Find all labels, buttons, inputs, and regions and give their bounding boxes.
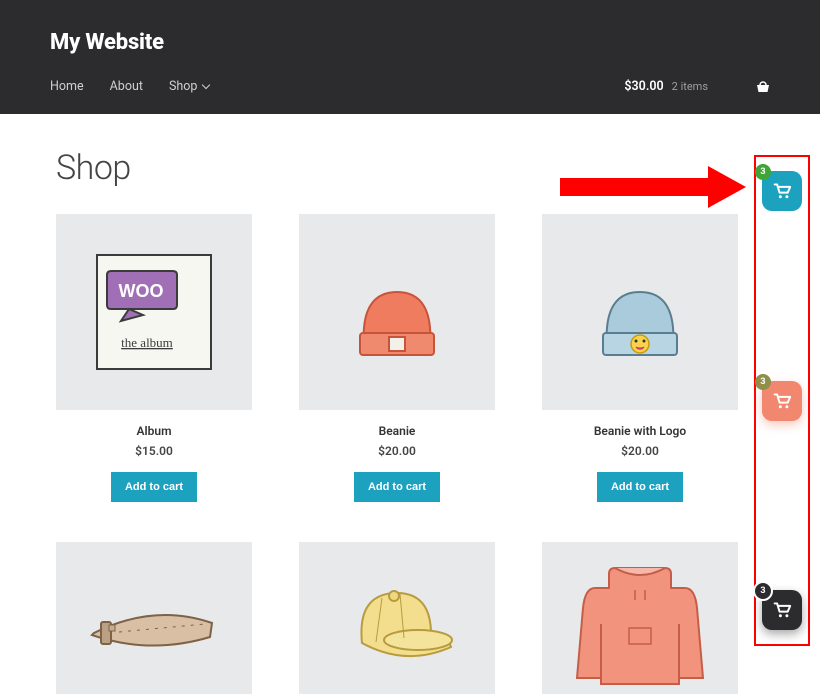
floating-cart-button[interactable]: 3 xyxy=(762,381,802,421)
product-price: $20.00 xyxy=(542,444,738,458)
add-to-cart-button[interactable]: Add to cart xyxy=(354,472,440,502)
svg-text:WOO: WOO xyxy=(119,281,164,301)
page-title: Shop xyxy=(56,148,764,188)
product-image[interactable] xyxy=(56,542,252,694)
cart-total: $30.00 xyxy=(624,79,663,94)
product-image[interactable] xyxy=(542,214,738,410)
product-title: Beanie xyxy=(299,424,495,438)
floating-cart-button[interactable]: 3 xyxy=(762,171,802,211)
header-cart[interactable]: $30.00 2 items xyxy=(624,79,770,94)
product-image[interactable] xyxy=(299,542,495,694)
annotation-box: 3 3 3 xyxy=(754,155,810,646)
cart-icon xyxy=(772,182,792,200)
floating-cart-button[interactable]: 3 xyxy=(762,590,802,630)
nav-home[interactable]: Home xyxy=(50,79,84,94)
product-card: Beanie with Logo $20.00 Add to cart xyxy=(542,214,738,502)
product-card xyxy=(542,542,738,694)
cart-items-count: 2 items xyxy=(672,80,708,93)
product-card: Beanie $20.00 Add to cart xyxy=(299,214,495,502)
main-nav: Home About Shop xyxy=(50,79,209,94)
product-image[interactable] xyxy=(542,542,738,694)
nav-shop-label: Shop xyxy=(169,79,197,94)
cart-badge: 3 xyxy=(755,374,771,390)
nav-about[interactable]: About xyxy=(110,79,143,94)
product-card xyxy=(299,542,495,694)
nav-shop[interactable]: Shop xyxy=(169,79,209,94)
product-card: WOO the album Album $15.00 Add to cart xyxy=(56,214,252,502)
site-header: My Website Home About Shop $30.00 2 item… xyxy=(0,0,820,114)
product-title: Album xyxy=(56,424,252,438)
product-image[interactable] xyxy=(299,214,495,410)
product-image[interactable]: WOO the album xyxy=(56,214,252,410)
add-to-cart-button[interactable]: Add to cart xyxy=(111,472,197,502)
product-grid: WOO the album Album $15.00 Add to cart B… xyxy=(56,214,764,694)
cart-icon xyxy=(772,392,792,410)
product-price: $15.00 xyxy=(56,444,252,458)
product-price: $20.00 xyxy=(299,444,495,458)
product-title: Beanie with Logo xyxy=(542,424,738,438)
svg-text:the album: the album xyxy=(121,335,173,350)
cart-icon xyxy=(772,601,792,619)
chevron-down-icon xyxy=(202,81,210,89)
product-card xyxy=(56,542,252,694)
cart-badge: 3 xyxy=(755,164,771,180)
add-to-cart-button[interactable]: Add to cart xyxy=(597,472,683,502)
basket-icon[interactable] xyxy=(756,81,770,93)
cart-badge: 3 xyxy=(753,581,773,601)
site-title[interactable]: My Website xyxy=(50,30,770,55)
